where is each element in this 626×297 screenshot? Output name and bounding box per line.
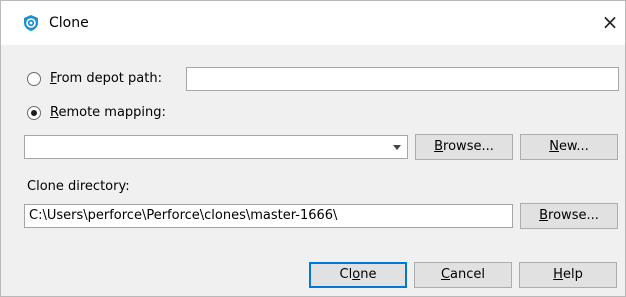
- help-button[interactable]: Help: [519, 262, 617, 288]
- remote-mapping-radio[interactable]: [27, 106, 41, 120]
- new-mapping-button[interactable]: New...: [520, 134, 618, 160]
- cancel-button[interactable]: Cancel: [414, 262, 512, 288]
- clone-directory-label: Clone directory:: [27, 179, 130, 194]
- close-icon[interactable]: ×: [598, 10, 622, 34]
- clone-directory-browse-button[interactable]: Browse...: [520, 203, 618, 229]
- chevron-down-icon[interactable]: [393, 145, 401, 150]
- remote-mapping-label: Remote mapping:: [50, 105, 166, 120]
- perforce-shield-icon: [22, 14, 40, 32]
- depot-path-label: From depot path:: [50, 71, 162, 86]
- clone-button[interactable]: Clone: [309, 262, 407, 288]
- remote-mapping-combobox[interactable]: [24, 135, 408, 159]
- title-bar: Clone ×: [1, 1, 625, 45]
- dialog-title: Clone: [49, 15, 89, 31]
- depot-path-input[interactable]: [186, 67, 619, 91]
- remote-mapping-browse-button[interactable]: Browse...: [415, 134, 513, 160]
- depot-path-radio[interactable]: [27, 72, 41, 86]
- clone-dialog: Clone × From depot path: Remote mapping:…: [0, 0, 626, 297]
- clone-directory-input[interactable]: C:\Users\perforce\Perforce\clones\master…: [24, 204, 513, 228]
